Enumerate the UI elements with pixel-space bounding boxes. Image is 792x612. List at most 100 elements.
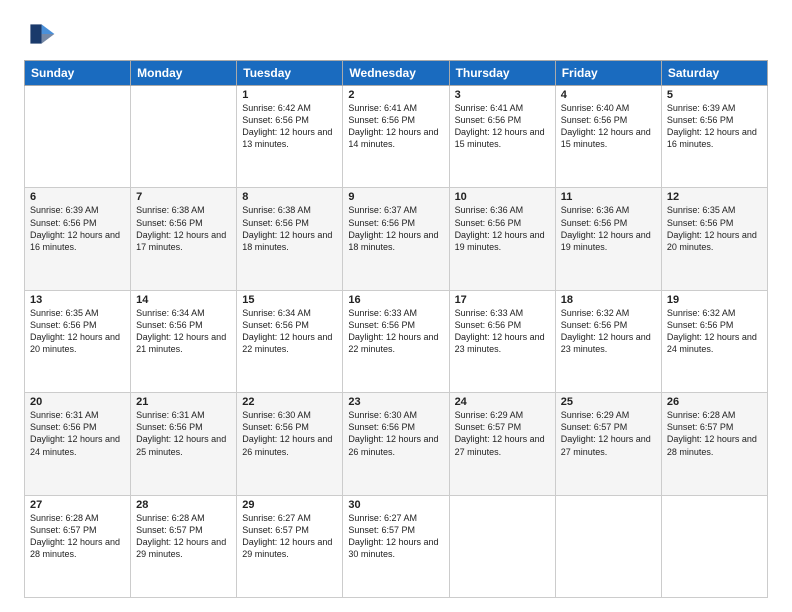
day-info: Sunrise: 6:28 AMSunset: 6:57 PMDaylight:… bbox=[30, 512, 125, 561]
calendar-cell: 11Sunrise: 6:36 AMSunset: 6:56 PMDayligh… bbox=[555, 188, 661, 290]
day-number: 17 bbox=[455, 294, 550, 306]
day-info: Sunrise: 6:34 AMSunset: 6:56 PMDaylight:… bbox=[242, 307, 337, 356]
day-info: Sunrise: 6:32 AMSunset: 6:56 PMDaylight:… bbox=[667, 307, 762, 356]
col-header-sunday: Sunday bbox=[25, 61, 131, 86]
calendar: SundayMondayTuesdayWednesdayThursdayFrid… bbox=[24, 60, 768, 598]
calendar-week-2: 6Sunrise: 6:39 AMSunset: 6:56 PMDaylight… bbox=[25, 188, 768, 290]
day-info: Sunrise: 6:41 AMSunset: 6:56 PMDaylight:… bbox=[455, 102, 550, 151]
col-header-tuesday: Tuesday bbox=[237, 61, 343, 86]
day-number: 16 bbox=[348, 294, 443, 306]
day-info: Sunrise: 6:39 AMSunset: 6:56 PMDaylight:… bbox=[667, 102, 762, 151]
calendar-cell: 24Sunrise: 6:29 AMSunset: 6:57 PMDayligh… bbox=[449, 393, 555, 495]
day-info: Sunrise: 6:29 AMSunset: 6:57 PMDaylight:… bbox=[561, 409, 656, 458]
calendar-cell: 8Sunrise: 6:38 AMSunset: 6:56 PMDaylight… bbox=[237, 188, 343, 290]
calendar-week-3: 13Sunrise: 6:35 AMSunset: 6:56 PMDayligh… bbox=[25, 290, 768, 392]
day-info: Sunrise: 6:31 AMSunset: 6:56 PMDaylight:… bbox=[136, 409, 231, 458]
calendar-cell: 19Sunrise: 6:32 AMSunset: 6:56 PMDayligh… bbox=[661, 290, 767, 392]
day-info: Sunrise: 6:35 AMSunset: 6:56 PMDaylight:… bbox=[667, 204, 762, 253]
calendar-cell: 7Sunrise: 6:38 AMSunset: 6:56 PMDaylight… bbox=[131, 188, 237, 290]
day-info: Sunrise: 6:38 AMSunset: 6:56 PMDaylight:… bbox=[242, 204, 337, 253]
calendar-cell: 2Sunrise: 6:41 AMSunset: 6:56 PMDaylight… bbox=[343, 86, 449, 188]
day-info: Sunrise: 6:36 AMSunset: 6:56 PMDaylight:… bbox=[561, 204, 656, 253]
calendar-cell: 17Sunrise: 6:33 AMSunset: 6:56 PMDayligh… bbox=[449, 290, 555, 392]
day-info: Sunrise: 6:40 AMSunset: 6:56 PMDaylight:… bbox=[561, 102, 656, 151]
calendar-cell: 29Sunrise: 6:27 AMSunset: 6:57 PMDayligh… bbox=[237, 495, 343, 597]
day-info: Sunrise: 6:33 AMSunset: 6:56 PMDaylight:… bbox=[455, 307, 550, 356]
calendar-cell bbox=[449, 495, 555, 597]
calendar-cell: 26Sunrise: 6:28 AMSunset: 6:57 PMDayligh… bbox=[661, 393, 767, 495]
calendar-cell: 22Sunrise: 6:30 AMSunset: 6:56 PMDayligh… bbox=[237, 393, 343, 495]
col-header-monday: Monday bbox=[131, 61, 237, 86]
day-info: Sunrise: 6:32 AMSunset: 6:56 PMDaylight:… bbox=[561, 307, 656, 356]
day-info: Sunrise: 6:33 AMSunset: 6:56 PMDaylight:… bbox=[348, 307, 443, 356]
calendar-cell bbox=[25, 86, 131, 188]
day-info: Sunrise: 6:42 AMSunset: 6:56 PMDaylight:… bbox=[242, 102, 337, 151]
calendar-cell: 23Sunrise: 6:30 AMSunset: 6:56 PMDayligh… bbox=[343, 393, 449, 495]
day-number: 3 bbox=[455, 89, 550, 101]
day-number: 21 bbox=[136, 396, 231, 408]
day-number: 7 bbox=[136, 191, 231, 203]
col-header-saturday: Saturday bbox=[661, 61, 767, 86]
day-number: 8 bbox=[242, 191, 337, 203]
day-number: 25 bbox=[561, 396, 656, 408]
day-info: Sunrise: 6:28 AMSunset: 6:57 PMDaylight:… bbox=[667, 409, 762, 458]
calendar-cell: 14Sunrise: 6:34 AMSunset: 6:56 PMDayligh… bbox=[131, 290, 237, 392]
day-number: 29 bbox=[242, 499, 337, 511]
calendar-week-1: 1Sunrise: 6:42 AMSunset: 6:56 PMDaylight… bbox=[25, 86, 768, 188]
day-number: 4 bbox=[561, 89, 656, 101]
calendar-cell: 10Sunrise: 6:36 AMSunset: 6:56 PMDayligh… bbox=[449, 188, 555, 290]
logo-icon bbox=[24, 18, 56, 50]
calendar-cell: 20Sunrise: 6:31 AMSunset: 6:56 PMDayligh… bbox=[25, 393, 131, 495]
calendar-cell: 25Sunrise: 6:29 AMSunset: 6:57 PMDayligh… bbox=[555, 393, 661, 495]
calendar-cell: 15Sunrise: 6:34 AMSunset: 6:56 PMDayligh… bbox=[237, 290, 343, 392]
day-number: 5 bbox=[667, 89, 762, 101]
day-info: Sunrise: 6:37 AMSunset: 6:56 PMDaylight:… bbox=[348, 204, 443, 253]
day-info: Sunrise: 6:30 AMSunset: 6:56 PMDaylight:… bbox=[348, 409, 443, 458]
calendar-week-5: 27Sunrise: 6:28 AMSunset: 6:57 PMDayligh… bbox=[25, 495, 768, 597]
page: SundayMondayTuesdayWednesdayThursdayFrid… bbox=[0, 0, 792, 612]
day-info: Sunrise: 6:38 AMSunset: 6:56 PMDaylight:… bbox=[136, 204, 231, 253]
calendar-header-row: SundayMondayTuesdayWednesdayThursdayFrid… bbox=[25, 61, 768, 86]
day-number: 6 bbox=[30, 191, 125, 203]
day-info: Sunrise: 6:31 AMSunset: 6:56 PMDaylight:… bbox=[30, 409, 125, 458]
day-number: 2 bbox=[348, 89, 443, 101]
day-info: Sunrise: 6:29 AMSunset: 6:57 PMDaylight:… bbox=[455, 409, 550, 458]
day-number: 30 bbox=[348, 499, 443, 511]
header bbox=[24, 18, 768, 50]
calendar-cell: 28Sunrise: 6:28 AMSunset: 6:57 PMDayligh… bbox=[131, 495, 237, 597]
calendar-cell: 21Sunrise: 6:31 AMSunset: 6:56 PMDayligh… bbox=[131, 393, 237, 495]
day-info: Sunrise: 6:30 AMSunset: 6:56 PMDaylight:… bbox=[242, 409, 337, 458]
day-number: 20 bbox=[30, 396, 125, 408]
calendar-cell: 6Sunrise: 6:39 AMSunset: 6:56 PMDaylight… bbox=[25, 188, 131, 290]
day-number: 28 bbox=[136, 499, 231, 511]
col-header-wednesday: Wednesday bbox=[343, 61, 449, 86]
calendar-cell: 18Sunrise: 6:32 AMSunset: 6:56 PMDayligh… bbox=[555, 290, 661, 392]
col-header-friday: Friday bbox=[555, 61, 661, 86]
day-number: 18 bbox=[561, 294, 656, 306]
day-info: Sunrise: 6:27 AMSunset: 6:57 PMDaylight:… bbox=[348, 512, 443, 561]
day-number: 24 bbox=[455, 396, 550, 408]
calendar-cell: 13Sunrise: 6:35 AMSunset: 6:56 PMDayligh… bbox=[25, 290, 131, 392]
day-number: 22 bbox=[242, 396, 337, 408]
day-info: Sunrise: 6:27 AMSunset: 6:57 PMDaylight:… bbox=[242, 512, 337, 561]
day-info: Sunrise: 6:39 AMSunset: 6:56 PMDaylight:… bbox=[30, 204, 125, 253]
calendar-cell: 12Sunrise: 6:35 AMSunset: 6:56 PMDayligh… bbox=[661, 188, 767, 290]
calendar-cell: 4Sunrise: 6:40 AMSunset: 6:56 PMDaylight… bbox=[555, 86, 661, 188]
calendar-cell bbox=[555, 495, 661, 597]
day-number: 23 bbox=[348, 396, 443, 408]
day-info: Sunrise: 6:35 AMSunset: 6:56 PMDaylight:… bbox=[30, 307, 125, 356]
calendar-cell: 3Sunrise: 6:41 AMSunset: 6:56 PMDaylight… bbox=[449, 86, 555, 188]
day-number: 12 bbox=[667, 191, 762, 203]
calendar-cell: 9Sunrise: 6:37 AMSunset: 6:56 PMDaylight… bbox=[343, 188, 449, 290]
calendar-cell: 5Sunrise: 6:39 AMSunset: 6:56 PMDaylight… bbox=[661, 86, 767, 188]
day-info: Sunrise: 6:34 AMSunset: 6:56 PMDaylight:… bbox=[136, 307, 231, 356]
day-number: 1 bbox=[242, 89, 337, 101]
day-info: Sunrise: 6:41 AMSunset: 6:56 PMDaylight:… bbox=[348, 102, 443, 151]
calendar-cell: 1Sunrise: 6:42 AMSunset: 6:56 PMDaylight… bbox=[237, 86, 343, 188]
calendar-cell: 30Sunrise: 6:27 AMSunset: 6:57 PMDayligh… bbox=[343, 495, 449, 597]
day-number: 10 bbox=[455, 191, 550, 203]
day-number: 14 bbox=[136, 294, 231, 306]
calendar-cell bbox=[131, 86, 237, 188]
calendar-cell bbox=[661, 495, 767, 597]
day-number: 15 bbox=[242, 294, 337, 306]
